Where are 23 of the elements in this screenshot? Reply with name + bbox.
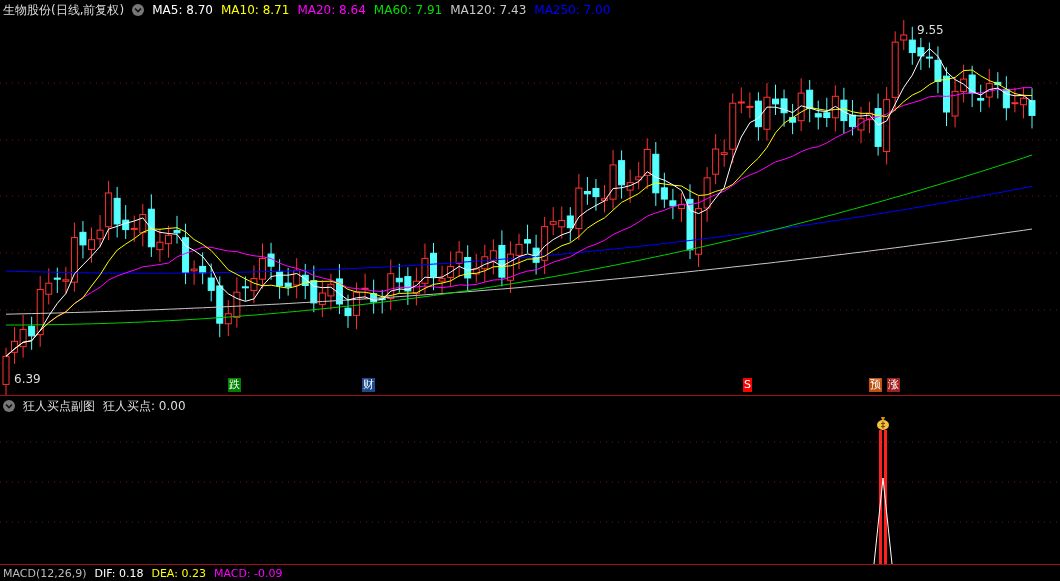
moving-average-value: MA250: 7.00 bbox=[534, 3, 611, 17]
money-bag-icon bbox=[876, 416, 890, 430]
low-price-label: 6.39 bbox=[14, 372, 41, 386]
moving-average-value: MA60: 7.91 bbox=[373, 3, 443, 17]
chart-title: 生物股份(日线,前复权) bbox=[3, 1, 125, 19]
panel-title: 狂人买点副图 bbox=[23, 397, 95, 415]
high-price-label: 9.55 bbox=[917, 23, 944, 37]
signal-marker: 跌 bbox=[228, 378, 241, 392]
macd-reading: DIF: 0.18 bbox=[94, 566, 144, 580]
collapse-toggle-icon[interactable] bbox=[132, 4, 145, 16]
moving-average-value: MA5: 8.70 bbox=[152, 3, 213, 17]
signal-marker: S bbox=[743, 378, 752, 392]
signal-marker: 预 bbox=[869, 378, 882, 392]
macd-reading: DEA: 0.23 bbox=[151, 566, 206, 580]
moving-average-value: MA10: 8.71 bbox=[220, 3, 290, 17]
collapse-toggle-icon[interactable] bbox=[3, 400, 15, 412]
moving-average-value: MA20: 8.64 bbox=[297, 3, 366, 17]
moving-average-value: MA120: 7.43 bbox=[450, 3, 527, 17]
macd-reading: MACD: -0.09 bbox=[213, 566, 283, 580]
macd-title: MACD(12,26,9) bbox=[3, 566, 87, 580]
indicator-reading: 狂人买点: 0.00 bbox=[103, 397, 186, 415]
signal-marker: 涨 bbox=[887, 378, 900, 392]
signal-marker: 财 bbox=[362, 378, 375, 392]
